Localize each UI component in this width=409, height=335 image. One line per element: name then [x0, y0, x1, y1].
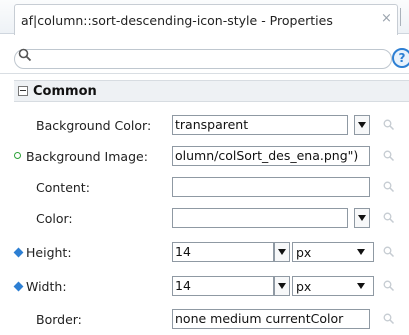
width-field[interactable]: 14 [172, 276, 274, 296]
property-label: Height: [26, 245, 72, 260]
search-icon[interactable] [383, 246, 395, 258]
property-set-icon [14, 152, 21, 159]
properties-title-bar: af|column::sort-descending-icon-style - … [0, 0, 409, 35]
unit-label: px [296, 279, 312, 294]
chevron-down-icon[interactable] [274, 242, 290, 262]
property-label: Background Image: [26, 149, 148, 164]
chevron-down-icon[interactable] [354, 115, 370, 135]
search-icon[interactable] [383, 181, 395, 193]
tab-title: af|column::sort-descending-icon-style - … [21, 13, 333, 28]
properties-tab[interactable]: af|column::sort-descending-icon-style - … [14, 4, 398, 35]
property-row-content: Content: [14, 172, 409, 202]
height-field[interactable]: 14 [172, 242, 274, 262]
background-color-field[interactable]: transparent [172, 115, 348, 135]
diamond-icon [13, 247, 24, 258]
property-row-background-image: Background Image: olumn/colSort_des_ena.… [14, 141, 409, 171]
search-row: ? [0, 40, 409, 74]
search-icon [18, 48, 32, 62]
diamond-icon [13, 281, 24, 292]
search-icon[interactable] [383, 119, 395, 131]
close-icon[interactable]: × [381, 11, 392, 26]
property-label: Background Color: [36, 118, 152, 133]
panel-edge-handle[interactable] [400, 8, 406, 26]
search-input[interactable] [14, 49, 392, 69]
chevron-down-icon[interactable] [274, 276, 290, 296]
property-row-border: Border: none medium currentColor [14, 304, 409, 334]
background-image-field[interactable]: olumn/colSort_des_ena.png") [172, 146, 370, 166]
chevron-down-icon [357, 283, 365, 289]
chevron-down-icon [357, 249, 365, 255]
search-icon[interactable] [383, 313, 395, 325]
section-header-common[interactable]: Common [14, 80, 409, 102]
content-field[interactable] [172, 177, 370, 197]
unit-label: px [296, 245, 312, 260]
property-row-width: Width: 14 px [13, 271, 409, 301]
border-field[interactable]: none medium currentColor [172, 309, 370, 329]
help-icon[interactable]: ? [392, 48, 409, 68]
collapse-icon[interactable] [18, 86, 28, 96]
property-row-color: Color: [14, 203, 409, 233]
property-label: Content: [36, 180, 90, 195]
chevron-down-icon[interactable] [354, 208, 370, 228]
property-label: Width: [26, 279, 67, 294]
section-title: Common [33, 84, 97, 99]
search-icon[interactable] [383, 150, 395, 162]
property-row-background-color: Background Color: transparent [14, 110, 409, 140]
search-icon[interactable] [383, 280, 395, 292]
property-label: Border: [36, 312, 82, 327]
property-label: Color: [36, 211, 73, 226]
height-unit-select[interactable]: px [292, 242, 374, 262]
search-icon[interactable] [383, 212, 395, 224]
property-row-height: Height: 14 px [13, 237, 409, 267]
width-unit-select[interactable]: px [292, 276, 374, 296]
color-field[interactable] [172, 208, 348, 228]
